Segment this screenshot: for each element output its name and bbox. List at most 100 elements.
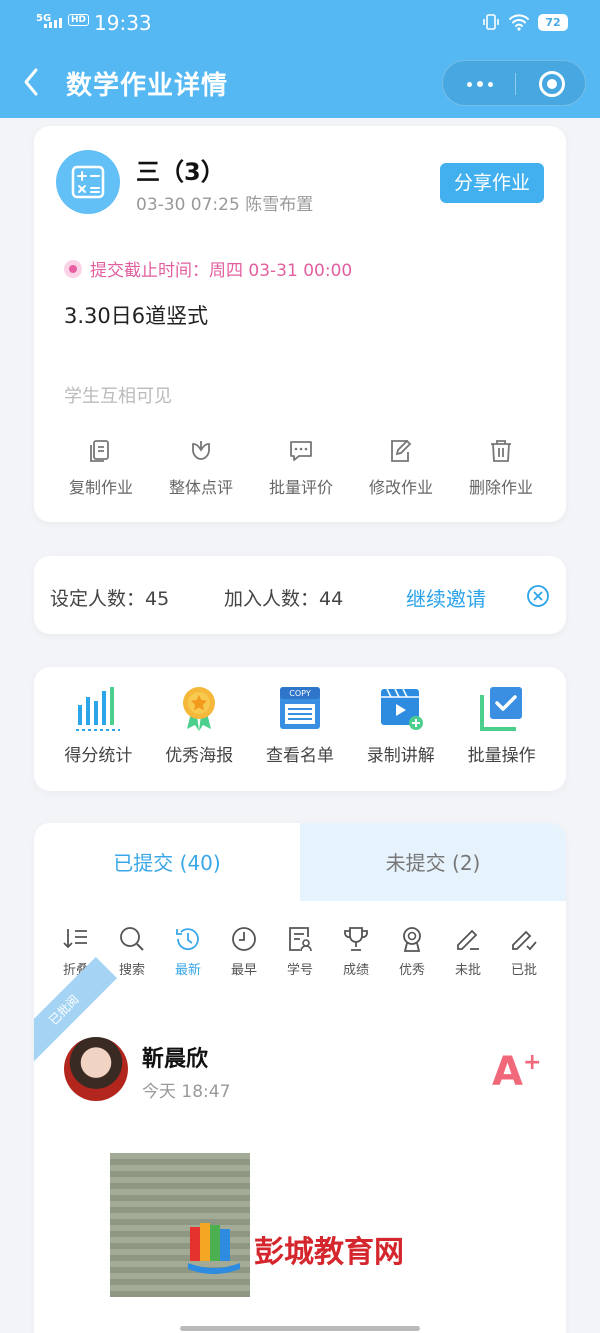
medal-icon [183, 687, 216, 731]
score-stats-button[interactable]: 得分统计 [52, 683, 144, 766]
collapse-icon [63, 929, 87, 949]
overall-comment-button[interactable]: 整体点评 [156, 438, 246, 498]
submit-time: 今天 18:47 [142, 1082, 231, 1102]
filter-excellent[interactable]: 优秀 [386, 925, 438, 978]
math-subject-icon [56, 150, 120, 214]
tool-label: 优秀海报 [165, 746, 234, 766]
tool-label: 得分统计 [64, 746, 133, 766]
action-label: 整体点评 [168, 478, 233, 497]
wifi-icon [509, 14, 529, 31]
action-label: 复制作业 [68, 478, 133, 497]
deadline-row: 提交截止时间：周四 03-31 00:00 [64, 256, 352, 281]
class-name: 三（3） [136, 158, 225, 186]
badge-icon [403, 927, 421, 952]
tab-submitted[interactable]: 已提交 (40) [34, 823, 300, 901]
more-button[interactable] [443, 61, 515, 107]
filter-score[interactable]: 成绩 [330, 925, 382, 978]
filter-label: 最早 [230, 963, 257, 978]
assignment-content: 3.30日6道竖式 [64, 304, 209, 328]
grade-plus: + [522, 1050, 542, 1075]
pen-icon [457, 929, 479, 950]
batch-operation-button[interactable]: 批量操作 [456, 683, 548, 766]
action-label: 批量评价 [268, 478, 333, 497]
filter-label: 已批 [510, 963, 537, 978]
filter-student-id[interactable]: 学号 [274, 925, 326, 978]
dismiss-circle-icon[interactable] [526, 584, 550, 608]
filter-label: 学号 [286, 963, 313, 978]
bar-stats-icon [76, 687, 121, 731]
book-logo-icon [188, 1223, 240, 1274]
edit-icon [391, 439, 412, 462]
top-bar: 5G HD 19:33 72 数学作业详情 [0, 0, 600, 118]
share-homework-button[interactable]: 分享作业 [440, 163, 544, 203]
filter-bar: 折叠 搜索 最新 最早 学号 成绩 优秀 未批 已批 [34, 925, 566, 978]
watermark: 彭城教育网 [184, 1219, 404, 1279]
signal-icon [44, 18, 62, 28]
trash-icon [491, 440, 511, 462]
video-record-icon [380, 688, 423, 730]
filter-unreviewed[interactable]: 未批 [442, 925, 494, 978]
student-id-icon [289, 927, 312, 952]
grade-letter: A [492, 1049, 523, 1095]
grade-badge[interactable]: A+ [492, 1049, 541, 1095]
filter-label: 搜索 [118, 963, 145, 978]
student-name: 靳晨欣 [142, 1047, 209, 1072]
copy-icon [90, 440, 109, 462]
submissions-card: 已提交 (40) 未提交 (2) 折叠 搜索 最新 最早 学号 成绩 优秀 未批… [34, 823, 566, 1333]
copy-homework-button[interactable]: 复制作业 [56, 438, 146, 498]
joined-count: 加入人数：44 [224, 588, 344, 610]
tools-row: 得分统计 优秀海报 COPY 查看名单 录制讲解 批量操作 [34, 683, 566, 766]
visibility-note: 学生互相可见 [64, 386, 172, 407]
delete-homework-button[interactable]: 删除作业 [456, 438, 546, 498]
filter-latest[interactable]: 最新 [162, 925, 214, 978]
excellent-poster-button[interactable]: 优秀海报 [153, 683, 245, 766]
deadline-text: 提交截止时间：周四 03-31 00:00 [90, 261, 353, 281]
tools-card: 得分统计 优秀海报 COPY 查看名单 录制讲解 批量操作 [34, 667, 566, 791]
set-count: 设定人数：45 [50, 588, 170, 610]
action-label: 修改作业 [368, 478, 433, 497]
target-dot [547, 79, 557, 89]
tab-not-submitted[interactable]: 未提交 (2) [300, 823, 566, 901]
student-count-card: 设定人数：45 加入人数：44 继续邀请 [34, 556, 566, 634]
action-label: 删除作业 [468, 478, 533, 497]
svg-text:COPY: COPY [289, 689, 311, 698]
mini-program-capsule [442, 60, 586, 106]
view-roster-button[interactable]: COPY 查看名单 [254, 683, 346, 766]
tool-label: 批量操作 [467, 746, 536, 766]
filter-earliest[interactable]: 最早 [218, 925, 270, 978]
edit-homework-button[interactable]: 修改作业 [356, 438, 446, 498]
record-explanation-button[interactable]: 录制讲解 [355, 683, 447, 766]
close-mini-program-button[interactable] [515, 61, 587, 107]
assignment-meta: 03-30 07:25 陈雪布置 [136, 195, 314, 215]
status-bar: 5G HD 19:33 72 [0, 0, 600, 46]
comment-icon [290, 441, 312, 461]
filter-label: 优秀 [398, 963, 425, 978]
filter-label: 未批 [454, 963, 481, 978]
history-icon [176, 928, 199, 951]
flower-icon [192, 441, 210, 460]
trophy-icon [344, 927, 368, 951]
hd-badge: HD [68, 14, 90, 26]
batch-review-button[interactable]: 批量评价 [256, 438, 346, 498]
search-icon [120, 927, 144, 951]
batch-check-icon [479, 687, 522, 731]
status-time: 19:33 [94, 11, 152, 35]
tool-label: 录制讲解 [366, 746, 435, 766]
continue-invite-link[interactable]: 继续邀请 [406, 583, 486, 612]
deadline-dot-icon [64, 259, 82, 278]
filter-label: 成绩 [342, 963, 369, 978]
filter-search[interactable]: 搜索 [106, 925, 158, 978]
avatar[interactable] [64, 1037, 128, 1101]
battery-icon: 72 [538, 14, 568, 31]
back-icon[interactable] [20, 66, 44, 98]
clock-icon [232, 927, 256, 951]
filter-reviewed[interactable]: 已批 [498, 925, 550, 978]
vibrate-icon [483, 14, 499, 30]
page-title: 数学作业详情 [66, 71, 229, 101]
pen-check-icon [512, 930, 537, 951]
assignment-actions: 复制作业 整体点评 批量评价 修改作业 删除作业 [56, 438, 546, 498]
filter-label: 最新 [174, 963, 201, 978]
tool-label: 查看名单 [265, 746, 334, 766]
home-indicator[interactable] [180, 1326, 420, 1331]
copy-list-icon: COPY [279, 687, 320, 729]
